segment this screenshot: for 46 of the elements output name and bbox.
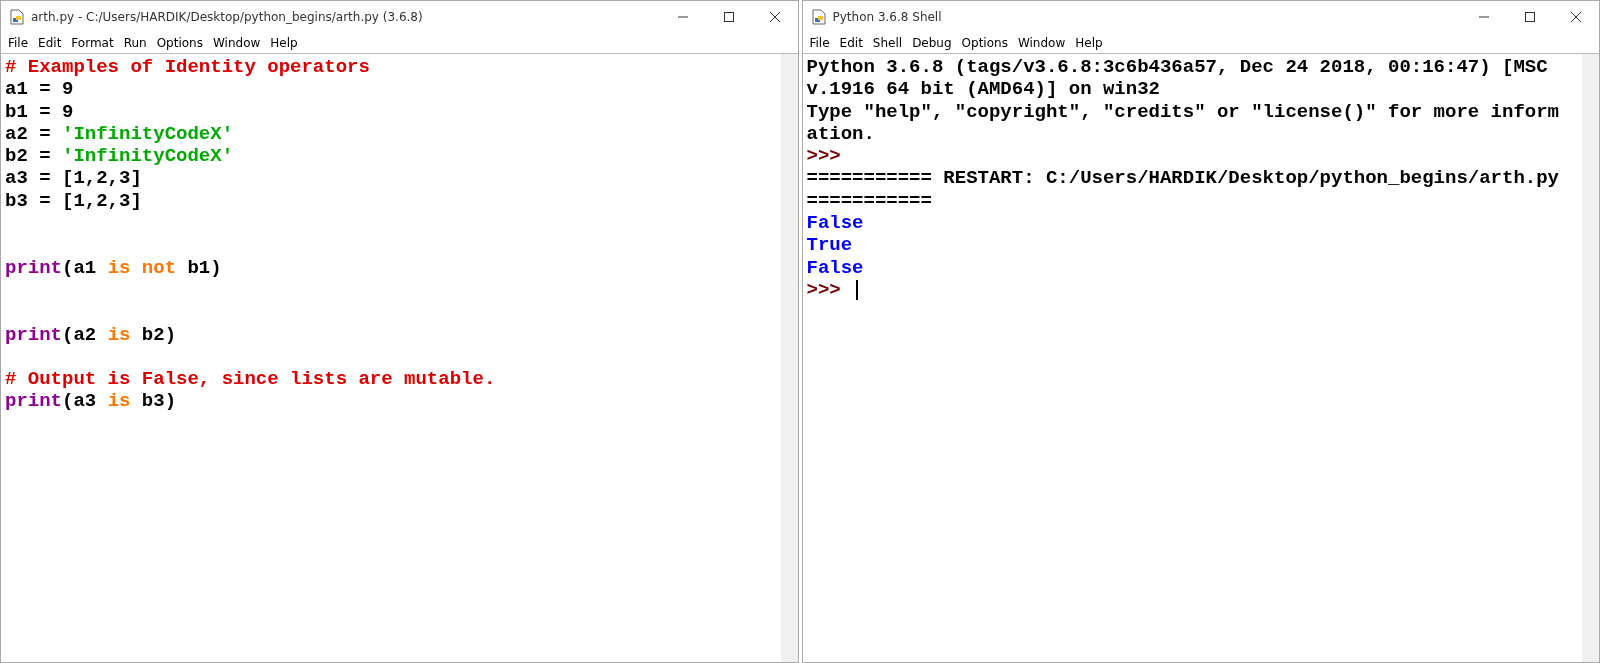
code-line: print(a3 is b3) <box>5 390 177 413</box>
menu-item[interactable]: Edit <box>33 36 67 50</box>
code-line: >>> <box>806 145 841 168</box>
menu-item[interactable]: Help <box>265 36 303 50</box>
menu-item[interactable]: Run <box>118 36 152 50</box>
code-line: >>> <box>806 278 859 302</box>
document-icon <box>810 9 827 25</box>
code-line: # Examples of Identity operators <box>5 56 370 79</box>
document-icon <box>9 9 25 25</box>
close-icon[interactable] <box>1570 11 1582 23</box>
maximize-icon[interactable] <box>722 11 735 23</box>
menu-item[interactable]: Help <box>1070 36 1108 50</box>
code-line: =========== <box>806 189 932 213</box>
code-line: print(a2 is b2) <box>5 323 177 346</box>
menu-item[interactable]: Window <box>1012 36 1071 50</box>
code-line: Python 3.6.8 (tags/v3.6.8:3c6b436a57, Dec 24 2018, 00:16:47) [MSC <box>806 56 1548 79</box>
code-line: a1 = 9 <box>5 78 74 101</box>
code-line: # Output is False, since lists are mutable. <box>5 368 496 391</box>
scrollbar[interactable] <box>1582 54 1599 662</box>
menu-item[interactable]: Format <box>66 36 119 50</box>
window-title: Python 3.6.8 Shell <box>832 10 943 24</box>
window-title: arth.py - C:/Users/HARDIK/Desktop/python_begins/arth.py (3.6.8) <box>31 10 424 24</box>
menu-item[interactable]: Shell <box>867 36 908 50</box>
scrollbar[interactable] <box>780 54 798 662</box>
code-line: print(a1 is not b1) <box>5 256 222 279</box>
code-line: =========== RESTART: C:/Users/HARDIK/Desktop/python_begins/arth.py <box>806 167 1560 190</box>
code-line: a3 = [1,2,3] <box>5 167 142 190</box>
code-line: b2 = 'InfinityCodeX' <box>5 145 234 168</box>
menu-item[interactable]: Edit <box>834 36 868 50</box>
menu-item[interactable]: File <box>3 36 34 50</box>
maximize-icon[interactable] <box>1524 11 1536 23</box>
menu-item[interactable]: Debug <box>907 36 957 50</box>
code-line: v.1916 64 bit (AMD64)] on win32 <box>806 78 1160 101</box>
menu-item[interactable]: Options <box>151 36 208 50</box>
code-line: False <box>806 256 864 279</box>
code-line: b3 = [1,2,3] <box>5 189 142 213</box>
menu-item[interactable]: Window <box>207 36 266 50</box>
code-line: b1 = 9 <box>5 100 74 123</box>
menu-item[interactable]: File <box>804 36 835 50</box>
code-line: True <box>806 234 853 257</box>
code-line: ation. <box>806 122 875 146</box>
code-line: Type "help", "copyright", "credits" or "license()" for more inform <box>806 100 1560 123</box>
close-icon[interactable] <box>768 11 781 23</box>
code-line: False <box>806 212 864 235</box>
menu-item[interactable]: Options <box>956 36 1013 50</box>
code-line: a2 = 'InfinityCodeX' <box>5 122 234 146</box>
